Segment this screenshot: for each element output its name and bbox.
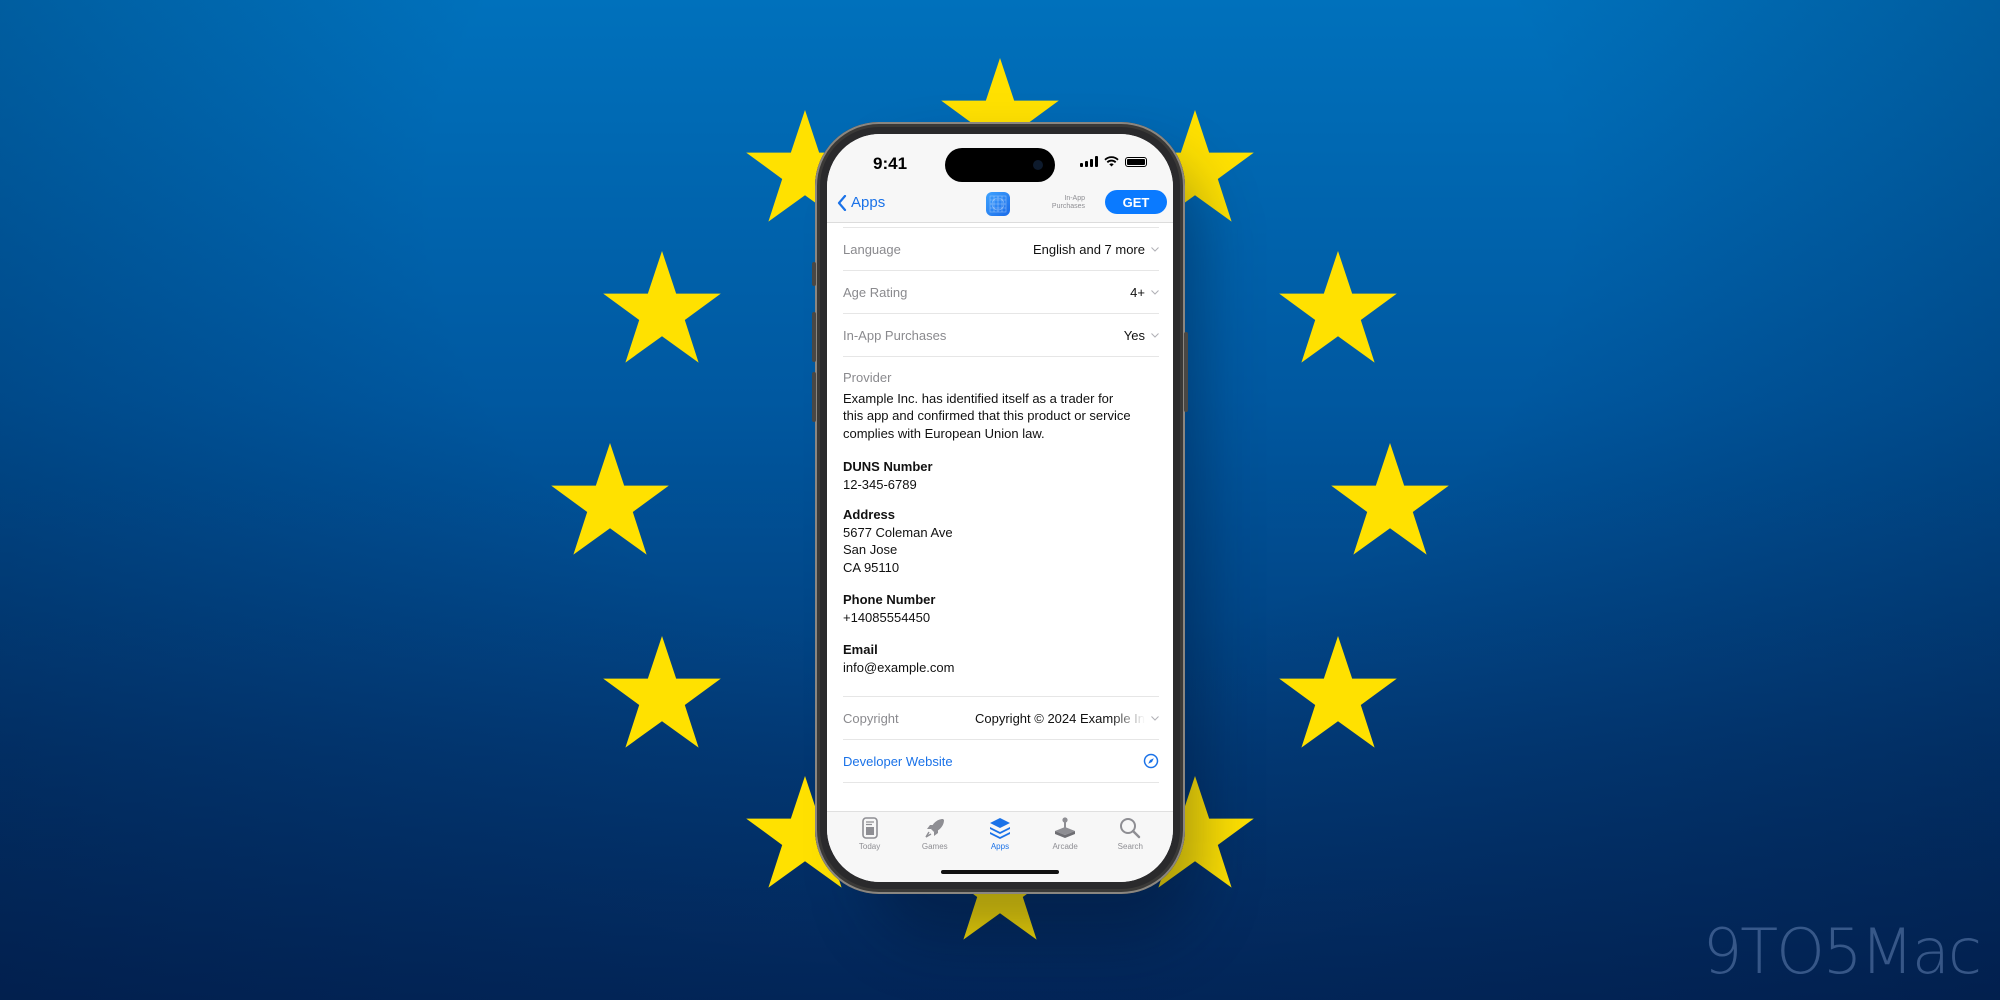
star-icon: [550, 443, 670, 557]
status-bar: 9:41: [827, 134, 1173, 184]
wifi-icon: [1104, 156, 1119, 167]
volume-down-button: [812, 372, 816, 422]
tab-bar: Today Games Apps Arcade Search: [827, 811, 1173, 882]
provider-label: Provider: [843, 370, 892, 385]
row-label: Language: [843, 241, 901, 257]
tab-label: Search: [1117, 842, 1144, 851]
joystick-icon: [1055, 817, 1076, 838]
star-icon: [1278, 635, 1398, 750]
volume-up-button: [812, 312, 816, 362]
chevron-left-icon: [837, 194, 847, 211]
info-row-copyright[interactable]: Copyright Copyright © 2024 Example Inc.: [843, 696, 1159, 740]
field-value: CA 95110: [843, 559, 900, 575]
tab-label: Apps: [990, 842, 1010, 851]
watermark-logo: 9TO5Mac: [1702, 915, 1982, 988]
stack-icon: [989, 818, 1010, 839]
row-label: Copyright: [843, 710, 899, 726]
dynamic-island: [945, 148, 1055, 182]
row-value: Copyright © 2024 Example Inc.: [975, 710, 1145, 726]
field-value: 5677 Coleman Ave: [843, 524, 953, 540]
field-title: Phone Number: [843, 592, 936, 607]
tab-search[interactable]: Search: [1100, 816, 1160, 851]
iap-line1: In-App: [1064, 195, 1085, 202]
info-row-language[interactable]: Language English and 7 more: [843, 228, 1159, 271]
info-row-in-app-purchases[interactable]: In-App Purchases Yes: [843, 314, 1159, 357]
chevron-down-icon: [1151, 333, 1159, 338]
chevron-down-icon: [1151, 716, 1159, 721]
duns-field: DUNS Number 12-345-6789: [843, 458, 1159, 493]
star-icon: [1278, 250, 1398, 365]
field-title: DUNS Number: [843, 459, 933, 474]
in-app-purchases-note: In-App Purchases: [1049, 195, 1085, 211]
star-icon: [602, 635, 722, 750]
compass-icon: [1143, 753, 1159, 769]
star-icon: [1330, 443, 1450, 557]
action-button: [812, 262, 816, 286]
row-value: Yes: [1123, 327, 1145, 343]
status-time: 9:41: [873, 154, 908, 173]
row-value: 4+: [1130, 284, 1145, 300]
today-icon: [861, 817, 878, 839]
search-icon: [1120, 818, 1141, 839]
get-button[interactable]: GET: [1105, 190, 1167, 214]
field-title: Address: [843, 507, 896, 522]
row-label: In-App Purchases: [843, 327, 947, 343]
field-value: +14085554450: [843, 609, 931, 625]
app-store-screen: 9:41 Apps In-App Purchases GET Language …: [827, 134, 1173, 882]
nav-bar: Apps In-App Purchases GET: [827, 184, 1173, 223]
address-field: Address 5677 Coleman Ave San Jose CA 951…: [843, 506, 1159, 576]
email-field: Email info@example.com: [843, 641, 1159, 676]
home-indicator: [941, 870, 1059, 874]
chevron-down-icon: [1151, 290, 1159, 295]
iphone-frame: 9:41 Apps In-App Purchases GET Language …: [812, 122, 1188, 894]
battery-icon: [1125, 156, 1147, 167]
provider-section: Provider Example Inc. has identified its…: [843, 357, 1159, 676]
row-label: Age Rating: [843, 284, 908, 300]
iap-line2: Purchases: [1051, 203, 1085, 210]
developer-website-link[interactable]: Developer Website: [843, 740, 1159, 783]
tab-label: Games: [921, 842, 948, 851]
tab-label: Today: [858, 842, 881, 851]
power-button: [1184, 332, 1188, 412]
rocket-icon: [925, 819, 944, 838]
field-value: info@example.com: [843, 659, 955, 675]
tab-apps[interactable]: Apps: [970, 816, 1030, 851]
phone-field: Phone Number +14085554450: [843, 591, 1159, 626]
field-value: 12-345-6789: [843, 476, 917, 492]
provider-text: Example Inc. has identified itself as a …: [843, 390, 1131, 441]
tab-today[interactable]: Today: [840, 816, 900, 851]
chevron-down-icon: [1151, 247, 1159, 252]
tab-label: Arcade: [1052, 842, 1078, 851]
back-button[interactable]: Apps: [837, 194, 885, 211]
row-value: English and 7 more: [1032, 241, 1145, 257]
tab-games[interactable]: Games: [905, 816, 965, 851]
star-icon: [602, 250, 722, 365]
info-row-age-rating[interactable]: Age Rating 4+: [843, 271, 1159, 314]
field-value: San Jose: [843, 542, 898, 557]
field-title: Email: [843, 642, 878, 657]
camera-icon: [1033, 160, 1043, 170]
back-label: Apps: [851, 194, 886, 211]
link-label: Developer Website: [843, 753, 953, 769]
tab-arcade[interactable]: Arcade: [1035, 816, 1095, 851]
information-section: Language English and 7 more Age Rating 4…: [843, 223, 1159, 783]
app-icon: [986, 192, 1010, 216]
cellular-signal-icon: [1080, 156, 1098, 167]
